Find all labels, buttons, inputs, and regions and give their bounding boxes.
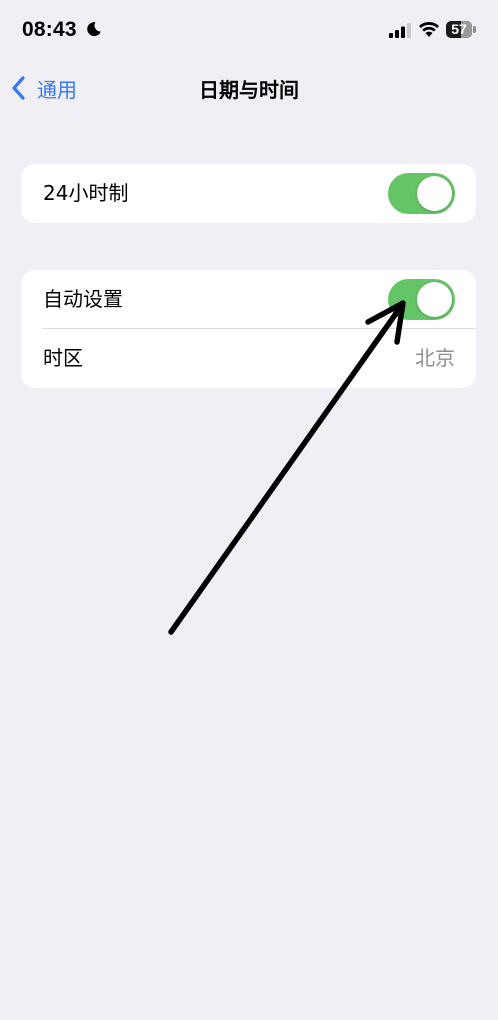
battery-level: 57 <box>451 21 467 37</box>
row-timezone[interactable]: 时区 北京 <box>21 329 476 388</box>
row-timezone-value: 北京 <box>415 346 455 370</box>
toggle-auto-set[interactable] <box>388 279 455 320</box>
status-time: 08:43 <box>22 18 77 41</box>
page-title: 日期与时间 <box>199 78 299 102</box>
moon-icon <box>87 22 101 37</box>
toggle-24-hour[interactable] <box>388 173 455 214</box>
toggle-knob <box>417 282 452 317</box>
toggle-knob <box>417 176 452 211</box>
status-bar: 08:43 57 <box>0 0 498 60</box>
row-timezone-label: 时区 <box>43 346 83 370</box>
row-auto-set-label: 自动设置 <box>43 287 123 311</box>
settings-group-auto: 自动设置 时区 北京 <box>21 270 476 388</box>
annotation-arrow <box>168 300 406 635</box>
battery-icon: 57 <box>446 21 476 38</box>
battery-body: 57 <box>446 21 472 38</box>
battery-cap <box>473 26 476 33</box>
row-24-hour-label: 24小时制 <box>43 181 129 205</box>
settings-group-clock: 24小时制 <box>21 164 476 223</box>
row-auto-set: 自动设置 <box>21 270 476 329</box>
signal-icon <box>389 23 411 38</box>
row-24-hour: 24小时制 <box>21 164 476 223</box>
wifi-icon <box>419 22 439 37</box>
